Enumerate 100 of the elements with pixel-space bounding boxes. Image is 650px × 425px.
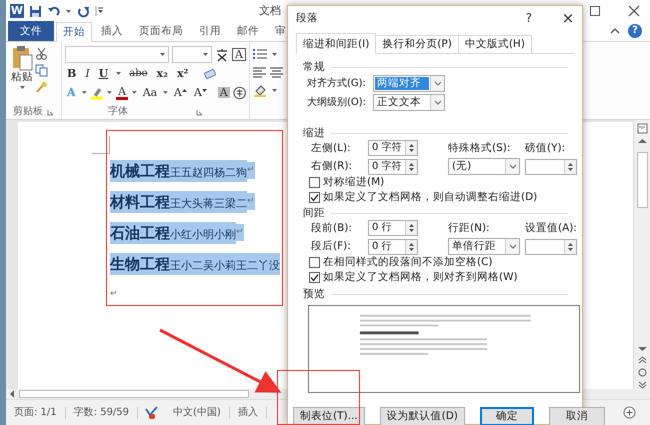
dialog-title: 段落 — [296, 12, 318, 24]
paragraph-text: 材料工程王大头蒋三梁二 — [110, 190, 247, 212]
save-icon[interactable] — [29, 4, 42, 18]
spin-box[interactable]: 0 行 — [368, 220, 418, 236]
paste-button[interactable]: 粘贴 — [9, 45, 35, 94]
paragraph-text: 石油工程小红小明小刚 — [110, 222, 236, 244]
browse-object-icon[interactable] — [638, 368, 646, 377]
caret-icon[interactable] — [271, 87, 278, 94]
format-button[interactable]: x₂ — [154, 68, 170, 79]
field-label: 右侧(R): — [311, 160, 354, 173]
word-count[interactable]: 字数: 59/59 — [66, 406, 138, 418]
spin-arrows-icon — [408, 223, 415, 233]
scrollbar-thumb[interactable] — [636, 152, 648, 208]
align-left-icon[interactable] — [253, 66, 266, 78]
checkbox[interactable] — [309, 192, 320, 203]
enclosed-character-icon[interactable] — [232, 86, 246, 100]
caret-icon[interactable] — [271, 50, 278, 58]
font-color-button[interactable]: A — [116, 86, 128, 100]
dropdown[interactable]: 两端对齐 — [373, 75, 445, 92]
undo-icon[interactable] — [47, 4, 60, 18]
dropdown[interactable]: (无) — [448, 158, 520, 175]
vertical-scrollbar[interactable] — [633, 120, 650, 389]
checkbox[interactable] — [309, 177, 320, 188]
dropdown[interactable]: 单倍行距 — [448, 238, 520, 255]
section-heading: 缩进 — [303, 126, 325, 140]
caret-icon[interactable] — [131, 89, 138, 96]
spin-box[interactable]: 0 行 — [368, 238, 418, 254]
scroll-up-icon[interactable] — [638, 138, 646, 144]
format-button[interactable]: x² — [174, 68, 190, 79]
ribbon-tab[interactable]: 开始 — [56, 22, 92, 42]
copy-icon[interactable] — [35, 64, 48, 77]
checkbox-label[interactable]: 如果定义了文档网格，则自动调整右缩进(D) — [323, 191, 538, 204]
dialog-launcher-icon[interactable] — [47, 108, 54, 116]
proofing-icon[interactable] — [144, 406, 160, 419]
format-button[interactable]: I — [83, 68, 92, 79]
format-button[interactable]: B — [65, 68, 78, 79]
file-tab[interactable]: 文件 — [8, 21, 54, 41]
language-label[interactable]: 中文(中国) — [165, 406, 230, 418]
clear-formatting-icon[interactable] — [203, 67, 218, 80]
insert-mode-label[interactable]: 插入 — [230, 406, 267, 418]
next-page-icon[interactable] — [638, 381, 646, 389]
dropdown[interactable]: 正文文本 — [373, 94, 445, 111]
scissors-icon[interactable] — [35, 47, 48, 60]
grow-font-button[interactable]: A — [172, 87, 189, 98]
caret-icon[interactable] — [115, 70, 122, 77]
format-button[interactable]: abe — [127, 68, 150, 78]
field-label: 段前(B): — [311, 222, 353, 234]
help-button[interactable]: ? — [526, 10, 532, 26]
shrink-font-button[interactable]: A — [192, 87, 209, 98]
redo-icon[interactable] — [77, 4, 90, 18]
checkbox-label[interactable]: 在相同样式的段落间不添加空格(C) — [323, 256, 493, 269]
spin-box[interactable]: 0 字符 — [368, 158, 418, 174]
word-logo[interactable]: W — [10, 4, 24, 18]
change-case-button[interactable]: Aa — [140, 87, 160, 98]
scrollbar-thumb[interactable] — [19, 390, 249, 398]
chevron-down-icon — [434, 80, 442, 87]
clipboard-icon — [11, 45, 33, 71]
maximize-icon[interactable] — [589, 5, 601, 17]
character-shading-button[interactable]: A — [218, 87, 230, 98]
font-name-field[interactable] — [65, 46, 169, 63]
font-size-field[interactable] — [172, 46, 212, 63]
help-icon[interactable]: ? — [628, 24, 642, 38]
caret-icon[interactable] — [106, 89, 114, 96]
close-button[interactable]: × — [554, 9, 582, 27]
highlighter-icon[interactable] — [90, 86, 104, 100]
caret-icon[interactable] — [65, 8, 72, 14]
page-count[interactable]: 页面: 1/1 — [6, 406, 66, 418]
checkbox-label[interactable]: 对称缩进(M) — [323, 176, 384, 189]
caret-icon — [159, 51, 166, 58]
shading-icon[interactable] — [253, 84, 267, 97]
ruler-icon[interactable] — [636, 123, 648, 134]
zoom-in-icon[interactable] — [623, 406, 636, 419]
field-label: 对齐方式(G): — [307, 78, 367, 90]
chevron-down-icon — [434, 99, 442, 106]
dialog-launcher-icon[interactable] — [196, 108, 203, 116]
bullets-icon[interactable] — [253, 48, 267, 60]
customize-toolbar-icon[interactable] — [95, 5, 104, 17]
dialog-button[interactable]: 确定 — [480, 407, 534, 425]
format-button[interactable]: U — [96, 68, 110, 79]
character-border-button[interactable]: A — [232, 48, 246, 61]
dialog-button[interactable]: 制表位(T)... — [293, 407, 365, 425]
crop-mark-icon — [92, 136, 110, 154]
paragraph-mark: ↵ — [236, 224, 244, 241]
scroll-down-icon[interactable] — [638, 346, 646, 352]
scroll-left-icon[interactable] — [9, 390, 15, 398]
align-center-icon[interactable] — [270, 66, 283, 78]
dialog-button[interactable]: 设为默认值(D) — [380, 407, 465, 425]
checkbox[interactable] — [309, 257, 320, 268]
dialog-tab[interactable]: 缩进和间距(I) — [296, 33, 376, 54]
checkbox-label[interactable]: 如果定义了文档网格，则对齐到网格(W) — [323, 271, 518, 284]
caret-icon[interactable] — [80, 89, 88, 96]
spin-box[interactable]: 0 字符 — [368, 140, 418, 156]
spin-arrows-icon — [567, 242, 574, 252]
close-icon[interactable] — [628, 5, 640, 17]
dialog-tab[interactable]: 中文版式(H) — [458, 35, 532, 53]
caret-icon[interactable] — [162, 89, 169, 96]
checkbox[interactable] — [309, 272, 320, 283]
collapse-ribbon-icon[interactable] — [610, 26, 620, 36]
previous-page-icon[interactable] — [638, 356, 646, 364]
dialog-button[interactable]: 取消 — [548, 407, 605, 425]
